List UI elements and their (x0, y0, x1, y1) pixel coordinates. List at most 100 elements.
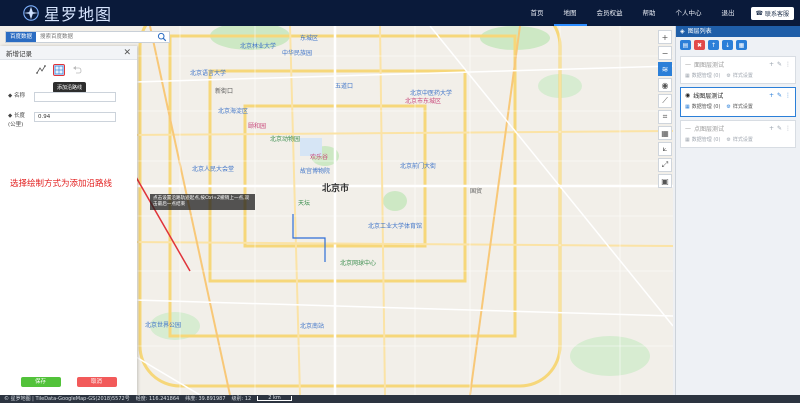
instruction-annotation: 选择绘制方式为添加沿路线 (10, 179, 113, 189)
data-manage-label: 数据管理 (0) (691, 104, 721, 110)
save-button[interactable]: 保存 (20, 377, 61, 387)
map-label: 中华民族园 (282, 50, 313, 57)
layer-card-active[interactable]: ◉ 线图层测试 + ✎ ⋮ ▦ 数据管理 (0) ⚙ 样式设置 (680, 87, 796, 117)
style-settings-label: 样式设置 (732, 137, 753, 143)
more-icon[interactable]: ⋮ (785, 61, 791, 68)
name-field-row: ◆ 名称 (8, 92, 116, 102)
cancel-button[interactable]: 取消 (76, 377, 117, 387)
map-label: 北京工业大学体育馆 (368, 223, 423, 230)
search-input[interactable] (36, 32, 157, 42)
region-button[interactable]: ▦ (658, 126, 672, 140)
eye-icon[interactable]: ◉ (685, 92, 690, 99)
screenshot-button[interactable]: ▣ (658, 174, 672, 188)
edit-icon[interactable]: ✎ (777, 125, 782, 132)
layers-toggle-button[interactable]: ≋ (658, 62, 672, 76)
more-icon[interactable]: ⋮ (785, 125, 791, 132)
map-label: 故宫博物院 (300, 168, 331, 175)
search-type-select[interactable]: 百度数据 (6, 32, 37, 42)
table-icon: ▦ (685, 136, 690, 143)
layers-icon: ◈ (680, 28, 685, 35)
map-label: 北京人民大会堂 (192, 166, 235, 173)
status-bar: © 星罗地图 | TileData-GoogleMap-GS(2018)5572… (0, 395, 800, 403)
nav-home[interactable]: 首页 (521, 0, 554, 26)
longitude-readout: 经度: 116.241864 (135, 396, 180, 402)
add-icon[interactable]: + (769, 125, 774, 132)
map-toolbar: + − ≋ ◉ ⟋ ⌗ ▦ ⟀ ⤢ ▣ (658, 30, 672, 188)
ruler-icon: ⟋ (662, 96, 668, 105)
map-label: 东城区 (300, 35, 319, 42)
data-manage-label: 数据管理 (0) (691, 137, 721, 143)
map-label: 天坛 (298, 200, 311, 207)
eye-closed-icon[interactable]: — (685, 61, 691, 68)
crop-icon: ⌗ (662, 112, 668, 121)
search-bar: 百度数据 (5, 31, 170, 43)
locate-button[interactable]: ◉ (658, 78, 672, 92)
layer-panel: ◈ 图层列表 ▤ ✖ ↑ ↓ ▦ — 面图层测试 + ✎ ⋮ ▦ 数据管理 (0) ⚙… (675, 26, 800, 395)
name-input[interactable] (34, 92, 116, 102)
chart-button[interactable]: ⟀ (658, 142, 672, 156)
style-settings-link[interactable]: ⚙ 样式设置 (726, 72, 753, 80)
add-icon[interactable]: + (769, 61, 774, 68)
nav-logout[interactable]: 退出 (712, 0, 745, 26)
arrow-down-icon: ↓ (724, 41, 731, 49)
style-settings-label: 样式设置 (732, 104, 753, 110)
search-icon[interactable] (157, 32, 167, 42)
layers-icon: ≋ (661, 64, 669, 74)
zoom-out-button[interactable]: − (658, 46, 672, 60)
move-up-button[interactable]: ↑ (708, 40, 719, 50)
new-record-panel: 新增记录 ✕ 添加沿路线 ◆ 名称 ◆ 长度 (公里) 选择绘制方式为添加沿路线… (0, 46, 137, 395)
nav-membership[interactable]: 会员权益 (587, 0, 633, 26)
folder-icon: ▤ (682, 41, 689, 49)
layer-card[interactable]: — 面图层测试 + ✎ ⋮ ▦ 数据管理 (0) ⚙ 样式设置 (680, 56, 796, 84)
move-down-button[interactable]: ↓ (722, 40, 733, 50)
map-label: 北京南站 (300, 323, 325, 330)
edit-icon[interactable]: ✎ (777, 92, 782, 99)
city-label: 北京市 (322, 184, 350, 194)
fullscreen-button[interactable]: ⤢ (658, 158, 672, 172)
contact-button[interactable]: ☎ 联系客服 (750, 6, 794, 20)
nav-map[interactable]: 地图 (553, 0, 587, 26)
map-label: 北京动物园 (270, 136, 301, 143)
add-icon[interactable]: + (769, 92, 774, 99)
polyline-icon (36, 65, 46, 74)
data-manage-link[interactable]: ▦ 数据管理 (0) (685, 72, 720, 80)
map-label: 欢乐谷 (310, 154, 329, 161)
draw-hint: 点击设置沿路轨迹起点,按Ctrl+Z撤销上一点,双击最后一点结束 (150, 194, 255, 210)
gear-icon: ⚙ (726, 103, 731, 110)
map-label: 北京世界公园 (145, 322, 182, 329)
logo[interactable]: 星罗地图 (22, 3, 112, 24)
nav-help[interactable]: 帮助 (633, 0, 666, 26)
eye-closed-icon[interactable]: — (685, 125, 691, 132)
add-layer-button[interactable]: ▤ (680, 40, 691, 50)
top-bar: 星罗地图 首页 地图 会员权益 帮助 个人中心 退出 ☎ 联系客服 (0, 0, 800, 26)
freehand-draw-tool[interactable] (35, 64, 47, 76)
nav-profile[interactable]: 个人中心 (666, 0, 712, 26)
layer-settings-button[interactable]: ▦ (736, 40, 747, 50)
length-field-row: ◆ 长度 (公里) (8, 112, 116, 130)
zoom-in-button[interactable]: + (658, 30, 672, 44)
style-settings-link[interactable]: ⚙ 样式设置 (726, 103, 753, 111)
headset-icon: ☎ (755, 9, 763, 17)
undo-tool[interactable] (71, 64, 83, 76)
panel-header: 新增记录 ✕ (0, 46, 137, 60)
style-settings-link[interactable]: ⚙ 样式设置 (726, 136, 753, 144)
close-icon[interactable]: ✕ (123, 48, 131, 58)
more-icon[interactable]: ⋮ (785, 92, 791, 99)
length-input[interactable] (34, 112, 116, 122)
layer-name: 面图层测试 (694, 61, 725, 69)
trash-icon: ✖ (696, 41, 703, 49)
along-road-tool[interactable] (53, 64, 65, 76)
logo-star-icon (23, 5, 39, 21)
layer-panel-header: ◈ 图层列表 (676, 26, 800, 37)
delete-layer-button[interactable]: ✖ (694, 40, 705, 50)
measure-button[interactable]: ⟋ (658, 94, 672, 108)
map-label: 北京海淀区 (218, 108, 249, 115)
data-manage-link[interactable]: ▦ 数据管理 (0) (685, 136, 721, 144)
crop-button[interactable]: ⌗ (658, 110, 672, 124)
data-manage-link[interactable]: ▦ 数据管理 (0) (685, 103, 721, 111)
main-nav: 首页 地图 会员权益 帮助 个人中心 退出 ☎ 联系客服 (521, 0, 794, 26)
layer-card[interactable]: — 点图层测试 + ✎ ⋮ ▦ 数据管理 (0) ⚙ 样式设置 (680, 120, 796, 148)
contact-label: 联系客服 (764, 10, 789, 18)
map-label: 新街口 (215, 88, 234, 95)
edit-icon[interactable]: ✎ (777, 61, 782, 68)
